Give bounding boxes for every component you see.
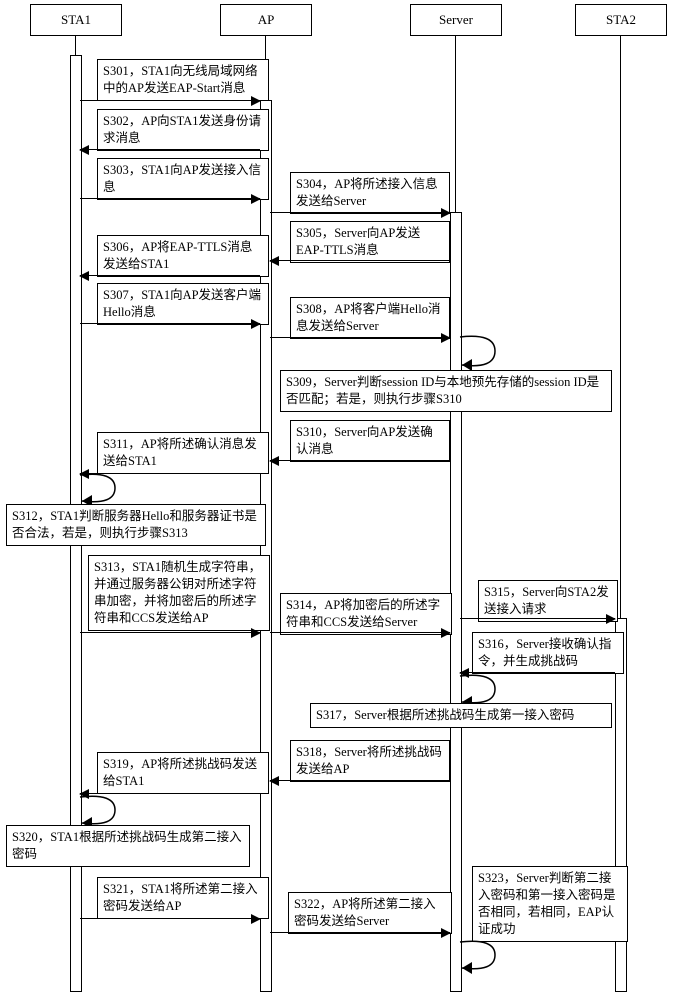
msg-s310	[270, 460, 450, 461]
lifeline-head-server: Server	[410, 4, 502, 36]
label-s318: S318，Server将所述挑战码发送给AP	[290, 740, 450, 782]
label-s308: S308，AP将客户端Hello消息发送给Server	[290, 297, 450, 339]
label-s322: S322，AP将所述第二接入密码发送给Server	[288, 892, 452, 934]
label-s321: S321，STA1将所述第二接入密码发送给AP	[97, 877, 269, 919]
label-s316: S316，Server接收确认指令，并生成挑战码	[472, 632, 624, 674]
label-s303: S303，STA1向AP发送接入信息	[97, 158, 269, 200]
msg-s306	[80, 275, 260, 276]
selfloop-s309	[460, 335, 500, 371]
msg-s321	[80, 918, 260, 919]
msg-s307	[80, 323, 260, 324]
msg-s305	[270, 260, 450, 261]
label-s304: S304，AP将所述接入信息发送给Server	[290, 172, 450, 214]
label-s313: S313，STA1随机生成字符串，并通过服务器公钥对所述字符串加密，并将加密后的…	[88, 555, 270, 631]
label-s309: S309，Server判断session ID与本地预先存储的session I…	[280, 370, 612, 412]
msg-s315	[460, 618, 615, 619]
label-s320: S320，STA1根据所述挑战码生成第二接入密码	[6, 825, 250, 867]
label-s311: S311，AP将所述确认消息发送给STA1	[97, 432, 269, 474]
selfloop-s312	[80, 473, 120, 507]
label-s306: S306，AP将EAP-TTLS消息发送给STA1	[97, 235, 269, 277]
msg-s302	[80, 149, 260, 150]
selfloop-s323	[460, 940, 500, 974]
msg-s319	[80, 793, 260, 794]
label-s302: S302，AP向STA1发送身份请求消息	[97, 109, 269, 151]
msg-s318	[270, 780, 450, 781]
label-s310: S310，Server向AP发送确认消息	[290, 420, 450, 462]
label-s314: S314，AP将加密后的所述字符串和CCS发送给Server	[280, 593, 452, 635]
label-s317: S317，Server根据所述挑战码生成第一接入密码	[310, 703, 612, 728]
label-s301: S301，STA1向无线局域网络中的AP发送EAP-Start消息	[97, 59, 269, 101]
msg-s308	[270, 337, 450, 338]
label-s305: S305，Server向AP发送EAP-TTLS消息	[290, 221, 450, 263]
msg-s313	[80, 632, 260, 633]
msg-s301	[80, 100, 260, 101]
label-s323: S323，Server判断第二接入密码和第一接入密码是否相同，若相同，EAP认证…	[472, 866, 628, 942]
label-s319: S319，AP将所述挑战码发送给STA1	[97, 752, 269, 794]
msg-s314	[270, 632, 450, 633]
msg-s316	[460, 672, 615, 673]
msg-s304	[270, 212, 450, 213]
msg-s322	[270, 932, 450, 933]
label-s315: S315，Server向STA2发送接入请求	[478, 580, 618, 622]
label-s312: S312，STA1判断服务器Hello和服务器证书是否合法，若是，则执行步骤S3…	[6, 504, 266, 546]
selfloop-s320	[80, 795, 120, 829]
activation-ap	[260, 100, 272, 992]
lifeline-head-sta2: STA2	[575, 4, 667, 36]
lifeline-head-ap: AP	[220, 4, 312, 36]
msg-s303	[80, 198, 260, 199]
label-s307: S307，STA1向AP发送客户端Hello消息	[97, 283, 269, 325]
lifeline-head-sta1: STA1	[30, 4, 122, 36]
sequence-diagram: STA1 AP Server STA2 S301，STA1向无线局域网络中的AP…	[0, 0, 684, 1000]
